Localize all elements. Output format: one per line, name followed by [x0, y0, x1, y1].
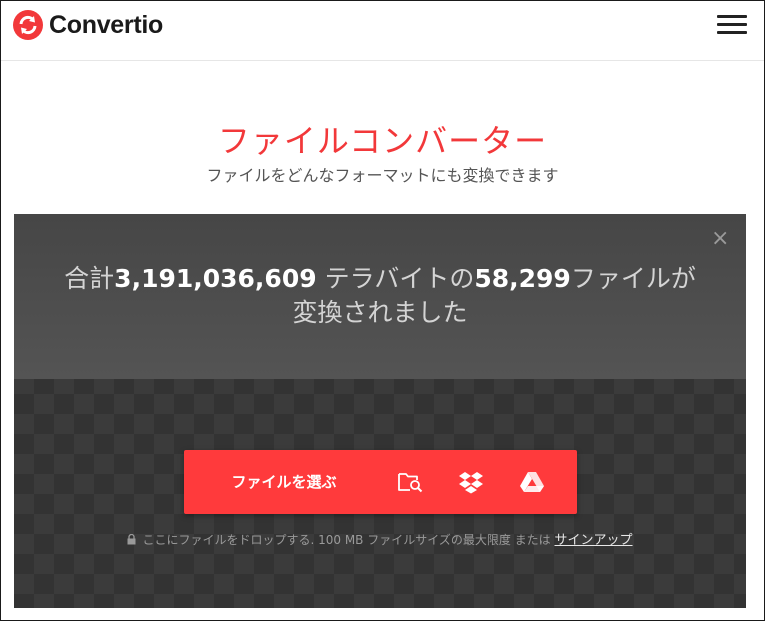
logo-text: Convertio — [49, 10, 163, 39]
google-drive-icon[interactable] — [519, 470, 545, 494]
stats-prefix: 合計 — [64, 264, 115, 293]
stats-files: 58,299 — [474, 264, 571, 293]
page-title: ファイルコンバーター — [217, 122, 548, 160]
drop-note: ここにファイルをドロップする. 100 MB ファイルサイズの最大限度 または … — [14, 529, 746, 548]
folder-search-icon[interactable] — [397, 470, 423, 494]
dropbox-icon[interactable] — [458, 470, 484, 494]
stats-files-suffix: ファイルが — [570, 264, 696, 293]
stats-terabytes: 3,191,036,609 — [114, 264, 317, 293]
stats-terabytes-unit: テラバイトの — [316, 264, 475, 293]
stats-banner: × 合計3,191,036,609 テラバイトの58,299ファイルが 変換され… — [14, 214, 746, 379]
stats-text: 合計3,191,036,609 テラバイトの58,299ファイルが 変換されまし… — [14, 262, 746, 330]
choose-files-button[interactable]: ファイルを選ぶ — [184, 450, 384, 514]
signup-link[interactable]: サインアップ — [555, 533, 633, 548]
hamburger-menu-icon[interactable] — [717, 15, 747, 37]
close-icon[interactable]: × — [711, 228, 729, 250]
convertio-logo-icon — [13, 10, 43, 40]
page: Convertio ファイルコンバーター ファイルをどんなフォーマットにも変換で… — [0, 0, 765, 621]
stats-line2: 変換されました — [292, 298, 468, 327]
drop-note-text: ここにファイルをドロップする. 100 MB ファイルサイズの最大限度 または — [142, 533, 555, 547]
upload-button-group: ファイルを選ぶ — [184, 450, 577, 514]
lock-icon — [127, 534, 136, 545]
page-subtitle: ファイルをどんなフォーマットにも変換できます — [206, 166, 559, 185]
upload-panel: × 合計3,191,036,609 テラバイトの58,299ファイルが 変換され… — [14, 214, 746, 608]
top-header: Convertio — [1, 1, 764, 61]
logo[interactable]: Convertio — [13, 10, 163, 40]
